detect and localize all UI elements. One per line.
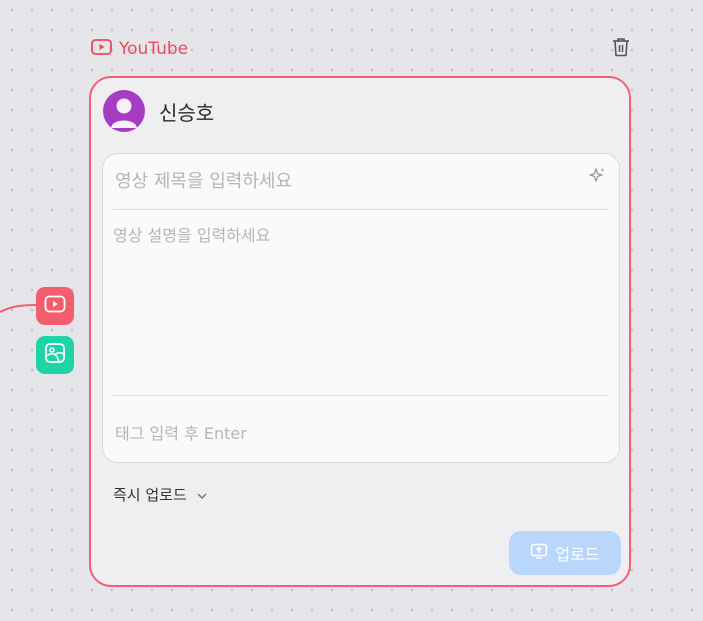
- upload-icon: [530, 543, 548, 563]
- tag-input[interactable]: [113, 419, 611, 447]
- platform-tag: YouTube: [91, 39, 188, 59]
- image-node-button[interactable]: [36, 336, 74, 374]
- image-icon: [44, 342, 66, 368]
- video-description-input[interactable]: [113, 222, 607, 382]
- youtube-node-button[interactable]: [36, 287, 74, 325]
- card-header: YouTube: [91, 38, 631, 60]
- ai-generate-button[interactable]: [587, 166, 607, 190]
- account-info: 신승호: [103, 90, 214, 132]
- avatar: [103, 90, 145, 132]
- chevron-down-icon: [196, 486, 208, 504]
- upload-button[interactable]: 업로드: [509, 531, 621, 575]
- upload-button-label: 업로드: [555, 545, 600, 564]
- post-card: 신승호 즉시 업로드 업로드: [89, 76, 631, 587]
- upload-timing-select[interactable]: 즉시 업로드: [113, 484, 208, 505]
- connector-line: [0, 304, 37, 313]
- youtube-icon: [44, 295, 66, 317]
- youtube-icon: [91, 39, 112, 59]
- post-editor: [102, 153, 620, 463]
- video-title-input[interactable]: [113, 166, 577, 196]
- platform-label: YouTube: [119, 39, 189, 59]
- delete-button[interactable]: [611, 38, 631, 60]
- account-name: 신승호: [159, 100, 215, 125]
- title-divider: [113, 209, 609, 210]
- tag-divider: [113, 395, 609, 396]
- sparkle-icon: [587, 168, 607, 190]
- upload-timing-label: 즉시 업로드: [113, 486, 187, 504]
- trash-icon: [612, 37, 630, 61]
